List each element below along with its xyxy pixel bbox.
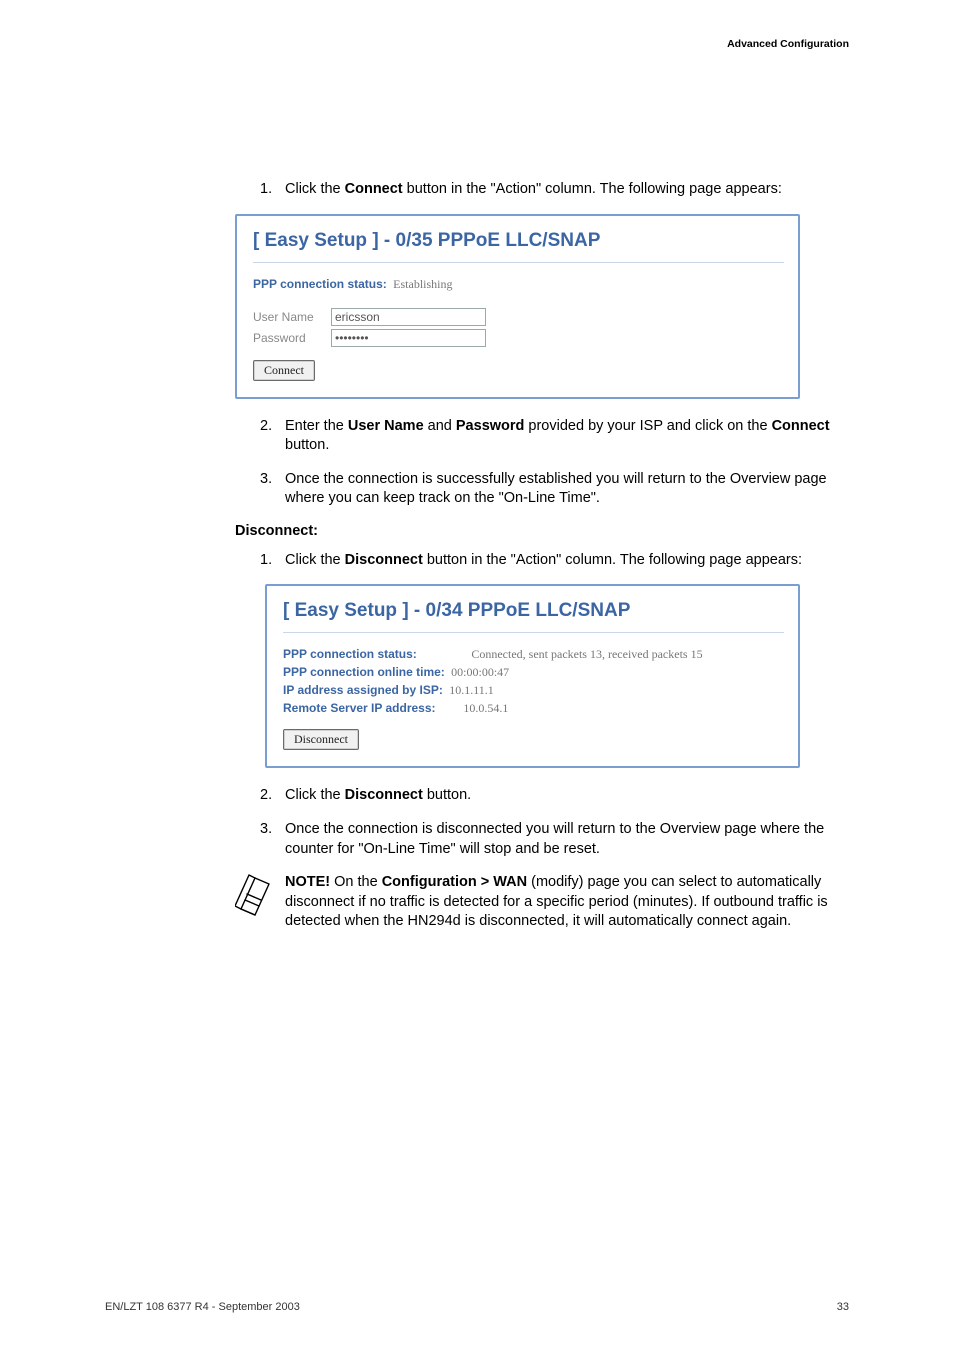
text: provided by your ISP and click on the — [524, 418, 771, 434]
bold: Disconnect — [345, 787, 423, 803]
bold: Password — [456, 418, 525, 434]
text: Click the — [285, 787, 345, 803]
ppp-status-label: PPP connection status: — [253, 277, 387, 291]
panel-inner: [ Easy Setup ] - 0/34 PPPoE LLC/SNAP PPP… — [267, 586, 798, 766]
bold: Connect — [772, 418, 830, 434]
connect-step-1: 1.Click the Connect button in the "Actio… — [260, 180, 849, 200]
connect-button[interactable]: Connect — [253, 360, 315, 381]
disconnect-step-1: 1.Click the Disconnect button in the "Ac… — [260, 551, 849, 571]
spacer — [253, 295, 784, 305]
bold: User Name — [348, 418, 424, 434]
footer: EN/LZT 108 6377 R4 - September 2003 33 — [105, 1301, 849, 1313]
text: button. — [423, 787, 471, 803]
text: button in the "Action" column. The follo… — [423, 552, 802, 568]
password-row: Password — [253, 329, 784, 347]
panel-inner: [ Easy Setup ] - 0/35 PPPoE LLC/SNAP PPP… — [237, 216, 798, 397]
list-number: 2. — [260, 417, 285, 437]
password-label: Password — [253, 331, 331, 345]
bold: Disconnect — [345, 552, 423, 568]
footer-page-number: 33 — [837, 1301, 849, 1313]
page: Advanced Configuration 1.Click the Conne… — [0, 0, 954, 1351]
header-section: Advanced Configuration — [727, 38, 849, 50]
disconnect-step-3: 3.Once the connection is disconnected yo… — [260, 820, 849, 859]
list-number: 1. — [260, 180, 285, 200]
panel-title: [ Easy Setup ] - 0/35 PPPoE LLC/SNAP — [253, 230, 784, 252]
list-number: 2. — [260, 786, 285, 806]
text: Click the — [285, 181, 345, 197]
text: and — [424, 418, 456, 434]
note-row: NOTE! On the Configuration > WAN (modify… — [235, 873, 849, 932]
password-input[interactable] — [331, 329, 486, 347]
text: button in the "Action" column. The follo… — [403, 181, 782, 197]
username-row: User Name — [253, 308, 784, 326]
list-number: 3. — [260, 470, 285, 490]
label: PPP connection status: — [283, 647, 468, 661]
bold: Configuration > WAN — [382, 874, 527, 890]
text: Click the — [285, 552, 345, 568]
row-ip-assigned: IP address assigned by ISP: 10.1.11.1 — [283, 683, 784, 698]
list-number: 1. — [260, 551, 285, 571]
easy-setup-connect-panel: [ Easy Setup ] - 0/35 PPPoE LLC/SNAP PPP… — [235, 214, 800, 399]
text: Enter the — [285, 418, 348, 434]
text: On the — [330, 874, 382, 890]
row-remote-server: Remote Server IP address: 10.0.54.1 — [283, 701, 784, 716]
note-bold: NOTE! — [285, 874, 330, 890]
connect-step-2: 2.Enter the User Name and Password provi… — [260, 417, 849, 456]
label: Remote Server IP address: — [283, 701, 460, 715]
connect-bold: Connect — [345, 181, 403, 197]
disconnect-step-2: 2.Click the Disconnect button. — [260, 786, 849, 806]
value-text: 10.1.11.1 — [449, 683, 494, 697]
label: IP address assigned by ISP: — [283, 683, 443, 697]
label: PPP connection online time: — [283, 665, 445, 679]
ppp-status-line: PPP connection status: Establishing — [253, 277, 784, 292]
easy-setup-disconnect-panel: [ Easy Setup ] - 0/34 PPPoE LLC/SNAP PPP… — [265, 584, 800, 768]
list-number: 3. — [260, 820, 285, 840]
row-status: PPP connection status: Connected, sent p… — [283, 647, 784, 662]
divider — [283, 632, 784, 633]
text: button. — [285, 437, 329, 453]
value: Connected, sent packets 13, received pac… — [471, 647, 702, 661]
connect-step-3: 3.Once the connection is successfully es… — [260, 470, 849, 509]
panel-title: [ Easy Setup ] - 0/34 PPPoE LLC/SNAP — [283, 600, 784, 622]
note-icon — [235, 873, 285, 921]
footer-left: EN/LZT 108 6377 R4 - September 2003 — [105, 1301, 300, 1313]
row-online-time: PPP connection online time: 00:00:00:47 — [283, 665, 784, 680]
text: Once the connection is disconnected you … — [285, 821, 824, 857]
value-text: 00:00:00:47 — [451, 665, 509, 679]
note-text: NOTE! On the Configuration > WAN (modify… — [285, 873, 849, 932]
ppp-status-value-text: Establishing — [393, 277, 452, 291]
username-input[interactable] — [331, 308, 486, 326]
value: 10.0.54.1 — [463, 701, 508, 715]
disconnect-button[interactable]: Disconnect — [283, 729, 359, 750]
content: 1.Click the Connect button in the "Actio… — [105, 180, 849, 932]
disconnect-heading: Disconnect: — [235, 523, 849, 539]
username-label: User Name — [253, 310, 331, 324]
divider — [253, 262, 784, 263]
text: Once the connection is successfully esta… — [285, 471, 827, 507]
